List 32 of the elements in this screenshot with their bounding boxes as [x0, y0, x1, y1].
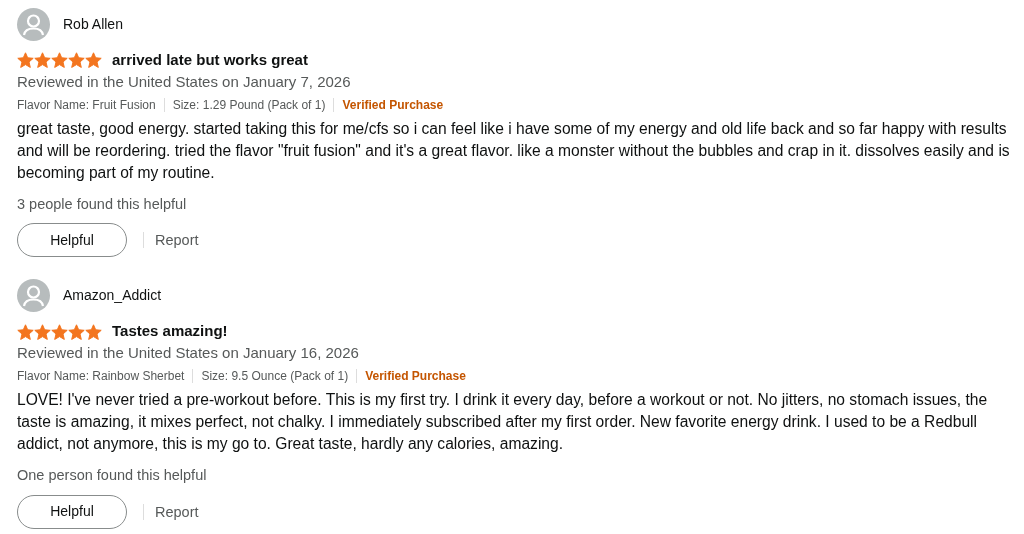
review-date: Reviewed in the United States on January 16, 2026 [17, 342, 360, 363]
helpful-count: 3 people found this helpful [17, 194, 188, 214]
report-link[interactable]: Report [143, 503, 199, 520]
product-detail: Flavor Name: Rainbow Sherbet [17, 367, 185, 385]
star-icon [68, 52, 85, 69]
star-icon [85, 52, 102, 69]
star-icon [17, 323, 34, 340]
product-detail: Size: 9.5 Ounce (Pack of 1) [201, 367, 349, 385]
product-detail: Size: 1.29 Pound (Pack of 1) [172, 96, 326, 114]
review-title[interactable]: arrived late but works great [112, 49, 308, 72]
star-icon [51, 52, 68, 69]
review-text: great taste, good energy. started taking this for me/cfs so i can feel like i have some of my energy and old life back and so far happy with results and will be reordering. tried the flavor "fruit fusion" and it's a great flavor. like a monster without the bubbles and crap in it. dissolves easily and is becoming part of my routine. [17, 118, 1011, 183]
star-icon [17, 52, 34, 69]
author-name: Rob Allen [63, 15, 123, 34]
star-icon [85, 323, 102, 340]
star-icon [51, 323, 68, 340]
author-name: Amazon_Addict [63, 286, 162, 306]
star-icon [34, 323, 51, 340]
avatar-icon [17, 279, 50, 313]
product-detail: Flavor Name: Fruit Fusion [17, 96, 156, 114]
review-text: LOVE! I've never tried a pre-workout before. This is my first try. I drink it every day, before a workout or not. No jitters, no stomach issues, the taste is amazing, it mixes perfect, not chalky. I immediately subscribed after my first order. New favorite energy drink. I used to be a Redbull addict, not anymore, this is my go to. Great taste, hardly any calories, amazing. [17, 389, 989, 454]
star-icon [68, 323, 85, 340]
review-date: Reviewed in the United States on January 7, 2026 [17, 71, 352, 92]
helpful-button[interactable]: Helpful [17, 494, 127, 529]
star-icon [34, 52, 51, 69]
report-link[interactable]: Report [143, 232, 199, 249]
verified-label: Verified Purchase [365, 367, 466, 385]
helpful-button[interactable]: Helpful [17, 223, 127, 258]
verified-label: Verified Purchase [342, 96, 444, 114]
helpful-count: One person found this helpful [17, 465, 208, 485]
review-title[interactable]: Tastes amazing! [112, 320, 228, 343]
avatar-icon [17, 8, 50, 41]
